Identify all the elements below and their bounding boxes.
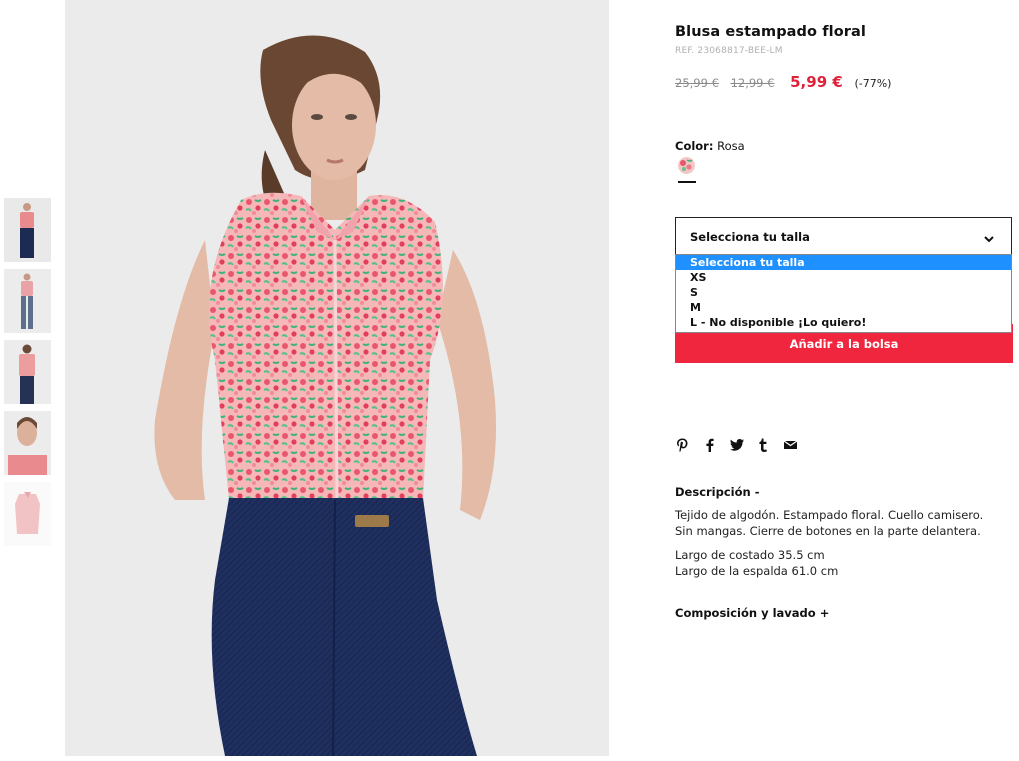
description-text: Tejido de algodón. Estampado floral. Cue… [675,508,984,538]
size-option-l[interactable]: L - No disponible ¡Lo quiero! [676,315,1011,330]
thumbnail-4[interactable] [4,411,51,475]
composition-heading[interactable]: Composición y lavado + [675,606,829,620]
share-icons [675,437,798,452]
size-dropdown-list: Selecciona tu talla XS S M L - No dispon… [675,254,1012,333]
measurement-side-length: Largo de costado 35.5 cm [675,548,825,562]
email-icon[interactable] [783,437,798,452]
thumbnail-2[interactable] [4,269,51,333]
color-value: Rosa [717,139,745,153]
size-option-s[interactable]: S [676,285,1011,300]
size-select[interactable]: Selecciona tu talla [675,217,1012,255]
product-reference: REF. 23068817-BEE-LM [675,46,783,56]
measurement-back-length: Largo de la espalda 61.0 cm [675,564,839,578]
chevron-down-icon [983,230,995,249]
color-label-row: Color: Rosa [675,139,745,153]
selected-swatch-indicator [678,181,696,183]
twitter-icon[interactable] [729,437,744,452]
color-label: Color: [675,139,714,153]
size-option-xs[interactable]: XS [676,270,1011,285]
thumbnail-5[interactable] [4,482,51,546]
size-select-label: Selecciona tu talla [690,230,810,244]
thumbnail-3[interactable] [4,340,51,404]
sale-price: 5,99 € [790,73,843,91]
measurements: Largo de costado 35.5 cm Largo de la esp… [675,547,838,579]
discount-badge: (-77%) [854,77,892,90]
size-option-placeholder[interactable]: Selecciona tu talla [676,255,1011,270]
previous-price: 12,99 € [730,76,775,90]
main-product-image[interactable] [65,0,609,756]
original-price: 25,99 € [675,76,719,90]
pinterest-icon[interactable] [675,437,690,452]
price-block: 25,99 € 12,99 € 5,99 € (-77%) [675,73,891,91]
thumbnail-1[interactable] [4,198,51,262]
tumblr-icon[interactable] [756,437,771,452]
facebook-icon[interactable] [702,437,717,452]
product-title: Blusa estampado floral [675,24,866,40]
size-option-m[interactable]: M [676,300,1011,315]
thumbnail-strip [4,198,51,553]
color-swatch-rosa[interactable] [678,157,695,174]
description-heading[interactable]: Descripción - [675,485,759,499]
